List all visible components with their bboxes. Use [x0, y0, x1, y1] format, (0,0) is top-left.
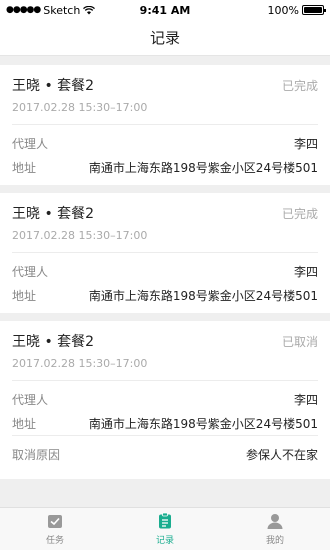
- record-body: 代理人 李四 地址 南通市上海东路198号紫金小区24号楼501: [12, 253, 318, 313]
- record-time: 2017.02.28 15:30–17:00: [12, 229, 148, 242]
- record-header: 王晓 • 套餐2 已完成 2017.02.28 15:30–17:00: [12, 65, 318, 125]
- nav-bar: 记录: [0, 20, 330, 56]
- tab-bar: 任务 记录 我的: [0, 507, 330, 550]
- tab-records[interactable]: 记录: [110, 508, 220, 550]
- status-badge: 已完成: [281, 79, 318, 93]
- agent-label: 代理人: [12, 392, 49, 407]
- address-label: 地址: [12, 416, 37, 431]
- agent-value: 李四: [293, 264, 318, 279]
- agent-row: 代理人 李四: [12, 259, 318, 283]
- record-card[interactable]: 王晓 • 套餐2 已完成 2017.02.28 15:30–17:00 代理人 …: [0, 65, 330, 185]
- battery-group: 100%: [267, 3, 326, 17]
- agent-label: 代理人: [12, 264, 49, 279]
- record-card[interactable]: 王晓 • 套餐2 已取消 2017.02.28 15:30–17:00 代理人 …: [0, 321, 330, 479]
- record-time: 2017.02.28 15:30–17:00: [12, 357, 148, 370]
- wifi-icon: [83, 5, 96, 14]
- status-badge: 已取消: [281, 335, 318, 349]
- address-value: 南通市上海东路198号紫金小区24号楼501: [88, 416, 318, 431]
- page-title: 记录: [149, 29, 180, 47]
- record-icon: [159, 512, 171, 529]
- battery-percent: 100%: [267, 3, 299, 17]
- agent-row: 代理人 李四: [12, 131, 318, 155]
- cancel-reason-value: 参保人不在家: [245, 448, 318, 462]
- cancel-reason-row: 取消原因 参保人不在家: [12, 435, 318, 473]
- tab-label: 我的: [265, 536, 284, 546]
- status-badge: 已完成: [281, 207, 318, 221]
- cancel-label: 取消原因: [12, 448, 61, 462]
- task-icon: [48, 515, 62, 528]
- agent-value: 李四: [293, 392, 318, 407]
- agent-row: 代理人 李四: [12, 387, 318, 411]
- record-header: 王晓 • 套餐2 已取消 2017.02.28 15:30–17:00: [12, 321, 318, 381]
- tab-label: 任务: [45, 536, 64, 546]
- agent-value: 李四: [293, 136, 318, 151]
- record-body: 代理人 李四 地址 南通市上海东路198号紫金小区24号楼501: [12, 125, 318, 185]
- tab-mine[interactable]: 我的: [220, 508, 330, 550]
- record-body: 代理人 李四 地址 南通市上海东路198号紫金小区24号楼501 取消原因 参保…: [12, 381, 318, 479]
- status-bar: ●●●●● Sketch 9:41 AM 100%: [0, 0, 330, 20]
- address-row: 地址 南通市上海东路198号紫金小区24号楼501: [12, 155, 318, 179]
- carrier-group: ●●●●● Sketch: [6, 3, 96, 17]
- carrier-label: Sketch: [43, 3, 81, 17]
- tab-tasks[interactable]: 任务: [0, 508, 110, 550]
- address-value: 南通市上海东路198号紫金小区24号楼501: [88, 288, 318, 303]
- record-time: 2017.02.28 15:30–17:00: [12, 101, 148, 114]
- record-card[interactable]: 王晓 • 套餐2 已完成 2017.02.28 15:30–17:00 代理人 …: [0, 193, 330, 313]
- signal-icon: ●●●●●: [6, 5, 41, 15]
- record-title: 王晓 • 套餐2: [12, 206, 95, 222]
- address-row: 地址 南通市上海东路198号紫金小区24号楼501: [12, 283, 318, 307]
- battery-icon: [302, 5, 326, 15]
- address-value: 南通市上海东路198号紫金小区24号楼501: [88, 160, 318, 175]
- record-title: 王晓 • 套餐2: [12, 78, 95, 94]
- address-label: 地址: [12, 288, 37, 303]
- address-label: 地址: [12, 160, 37, 175]
- record-title: 王晓 • 套餐2: [12, 334, 95, 350]
- person-icon: [267, 514, 283, 529]
- record-list[interactable]: 王晓 • 套餐2 已完成 2017.02.28 15:30–17:00 代理人 …: [0, 57, 330, 507]
- tab-label: 记录: [155, 536, 174, 546]
- record-header: 王晓 • 套餐2 已完成 2017.02.28 15:30–17:00: [12, 193, 318, 253]
- agent-label: 代理人: [12, 136, 49, 151]
- address-row: 地址 南通市上海东路198号紫金小区24号楼501: [12, 411, 318, 435]
